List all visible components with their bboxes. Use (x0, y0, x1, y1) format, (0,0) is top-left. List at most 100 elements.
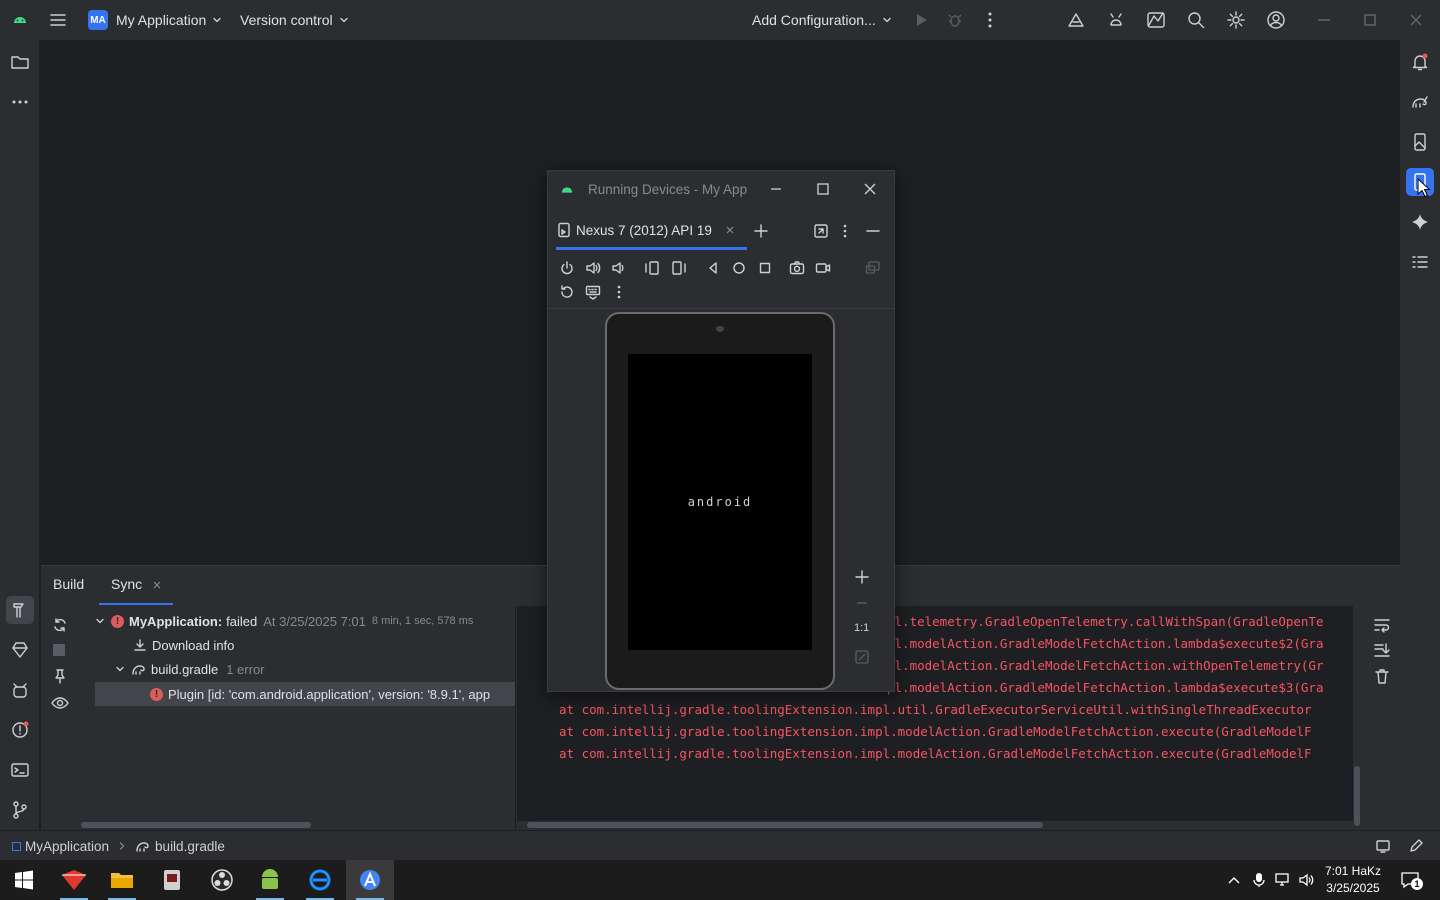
zoom-in-icon[interactable] (854, 569, 870, 585)
internet-explorer-icon[interactable] (296, 860, 344, 900)
obs-studio-icon[interactable] (198, 860, 246, 900)
problems-icon[interactable] (6, 716, 34, 744)
taskbar-clock[interactable]: 7:01 HaKz 3/25/2025 (1322, 863, 1384, 897)
tree-horizontal-scrollbar[interactable] (81, 822, 311, 828)
window-minimize-button[interactable] (769, 182, 783, 196)
tile-layout-icon[interactable] (813, 223, 829, 239)
action-center-notification-icon[interactable]: 1 (1400, 871, 1423, 890)
taskbar-app-red-icon[interactable] (50, 860, 98, 900)
run-configuration-label: Add Configuration... (752, 12, 876, 28)
more-device-actions-icon[interactable] (614, 284, 624, 300)
app-inspection-icon[interactable] (6, 636, 34, 664)
zoom-actual-size-button[interactable]: 1:1 (854, 622, 869, 634)
windows-start-icon[interactable] (0, 860, 48, 900)
app-quality-insights-icon[interactable] (1146, 10, 1166, 30)
console-horizontal-scrollbar[interactable] (527, 822, 1043, 828)
gemini-sparkle-icon[interactable] (1406, 208, 1434, 236)
breadcrumb: MyApplication build.gradle (12, 831, 225, 861)
build-variants-list-icon[interactable] (1406, 248, 1434, 276)
volume-up-icon[interactable] (585, 260, 601, 276)
debug-icon[interactable] (946, 11, 964, 29)
console-vertical-scrollbar[interactable] (1354, 766, 1360, 826)
reset-rotation-icon[interactable] (559, 284, 575, 300)
taskbar-app-document-icon[interactable] (148, 860, 196, 900)
tab-nexus-7[interactable]: Nexus 7 (2012) API 19 (556, 211, 746, 249)
gradle-file-icon (136, 842, 149, 852)
window-maximize-button[interactable] (816, 182, 830, 196)
logcat-icon[interactable] (6, 676, 34, 704)
overview-icon[interactable] (757, 260, 773, 276)
tab-sync[interactable]: Sync (111, 576, 142, 592)
version-control-branch-icon[interactable] (6, 796, 34, 824)
soft-wrap-icon[interactable] (1373, 616, 1391, 634)
close-tab-icon[interactable] (153, 581, 161, 589)
run-icon[interactable] (912, 11, 930, 29)
chevron-right-icon (119, 842, 125, 850)
power-icon[interactable] (559, 260, 575, 276)
project-tool-folder-icon[interactable] (6, 48, 34, 76)
run-configuration-selector[interactable]: Add Configuration... (752, 0, 892, 40)
status-bar: MyApplication build.gradle (0, 830, 1440, 860)
terminal-icon[interactable] (6, 756, 34, 784)
gradle-elephant-icon[interactable] (1406, 88, 1434, 116)
panel-divider[interactable] (515, 606, 516, 831)
account-icon[interactable] (1266, 10, 1286, 30)
version-control-selector[interactable]: Version control (240, 0, 349, 40)
device-screen[interactable]: android (628, 354, 812, 650)
breadcrumb-file[interactable]: build.gradle (155, 839, 225, 854)
window-close-button[interactable] (863, 182, 877, 196)
rotate-left-icon[interactable] (644, 260, 660, 276)
stop-icon[interactable] (53, 644, 65, 656)
network-icon[interactable] (1274, 872, 1292, 888)
running-devices-header[interactable]: Running Devices - My App (548, 171, 894, 209)
android-studio-taskbar-icon[interactable] (346, 860, 394, 900)
more-options-icon[interactable] (840, 223, 850, 239)
zoom-out-icon[interactable] (854, 595, 870, 611)
keyboard-input-icon[interactable] (585, 284, 601, 300)
hide-panel-icon[interactable] (865, 223, 881, 239)
main-menu-icon[interactable] (48, 10, 68, 30)
microphone-icon[interactable] (1252, 872, 1266, 888)
notifications-bell-icon[interactable] (1406, 48, 1434, 76)
settings-gear-icon[interactable] (1226, 10, 1246, 30)
close-tab-icon[interactable] (726, 226, 734, 234)
project-selector[interactable]: MA My Application (88, 0, 222, 40)
sdk-manager-icon[interactable] (1066, 10, 1086, 30)
scroll-to-end-icon[interactable] (1373, 641, 1391, 659)
volume-icon[interactable] (1298, 872, 1316, 888)
tab-build[interactable]: Build (53, 576, 84, 592)
breadcrumb-project[interactable]: MyApplication (25, 839, 109, 854)
device-explorer-icon[interactable] (1406, 128, 1434, 156)
view-options-eye-icon[interactable] (51, 694, 69, 712)
back-icon[interactable] (705, 260, 721, 276)
volume-down-icon[interactable] (611, 260, 627, 276)
android-app-icon[interactable] (246, 860, 294, 900)
tree-row-build-gradle[interactable]: build.gradle 1 error (115, 658, 265, 680)
window-maximize-button[interactable] (1362, 12, 1378, 28)
window-minimize-button[interactable] (1316, 12, 1332, 28)
screen-record-icon[interactable] (815, 260, 831, 276)
add-device-plus-icon[interactable] (753, 223, 769, 239)
tree-row-plugin-error[interactable]: ! Plugin [id: 'com.android.application',… (95, 682, 515, 706)
restart-sync-icon[interactable] (51, 616, 69, 634)
pin-icon[interactable] (52, 668, 68, 684)
build-tool-hammer-icon[interactable] (6, 596, 34, 624)
more-tool-windows-icon[interactable] (6, 88, 34, 116)
screenshot-camera-icon[interactable] (789, 260, 805, 276)
home-icon[interactable] (731, 260, 747, 276)
tree-row-download-info[interactable]: Download info (133, 634, 234, 656)
mirror-display-icon[interactable] (865, 260, 881, 276)
zoom-fit-icon[interactable] (854, 649, 870, 665)
plugin-error-message: Plugin [id: 'com.android.application', v… (168, 686, 491, 702)
show-hidden-icons-chevron-icon[interactable] (1226, 873, 1242, 887)
device-manager-icon[interactable] (1106, 10, 1126, 30)
window-close-button[interactable] (1408, 12, 1424, 28)
rotate-right-icon[interactable] (671, 260, 687, 276)
search-icon[interactable] (1186, 10, 1206, 30)
power-save-pencil-icon[interactable] (1408, 838, 1424, 854)
file-explorer-folder-icon[interactable] (98, 860, 146, 900)
clear-all-trash-icon[interactable] (1373, 667, 1391, 685)
tree-row-root[interactable]: ! MyApplication: failed At 3/25/2025 7:0… (95, 610, 473, 632)
more-actions-icon[interactable] (982, 11, 998, 29)
memory-indicator-icon[interactable] (1375, 838, 1391, 854)
